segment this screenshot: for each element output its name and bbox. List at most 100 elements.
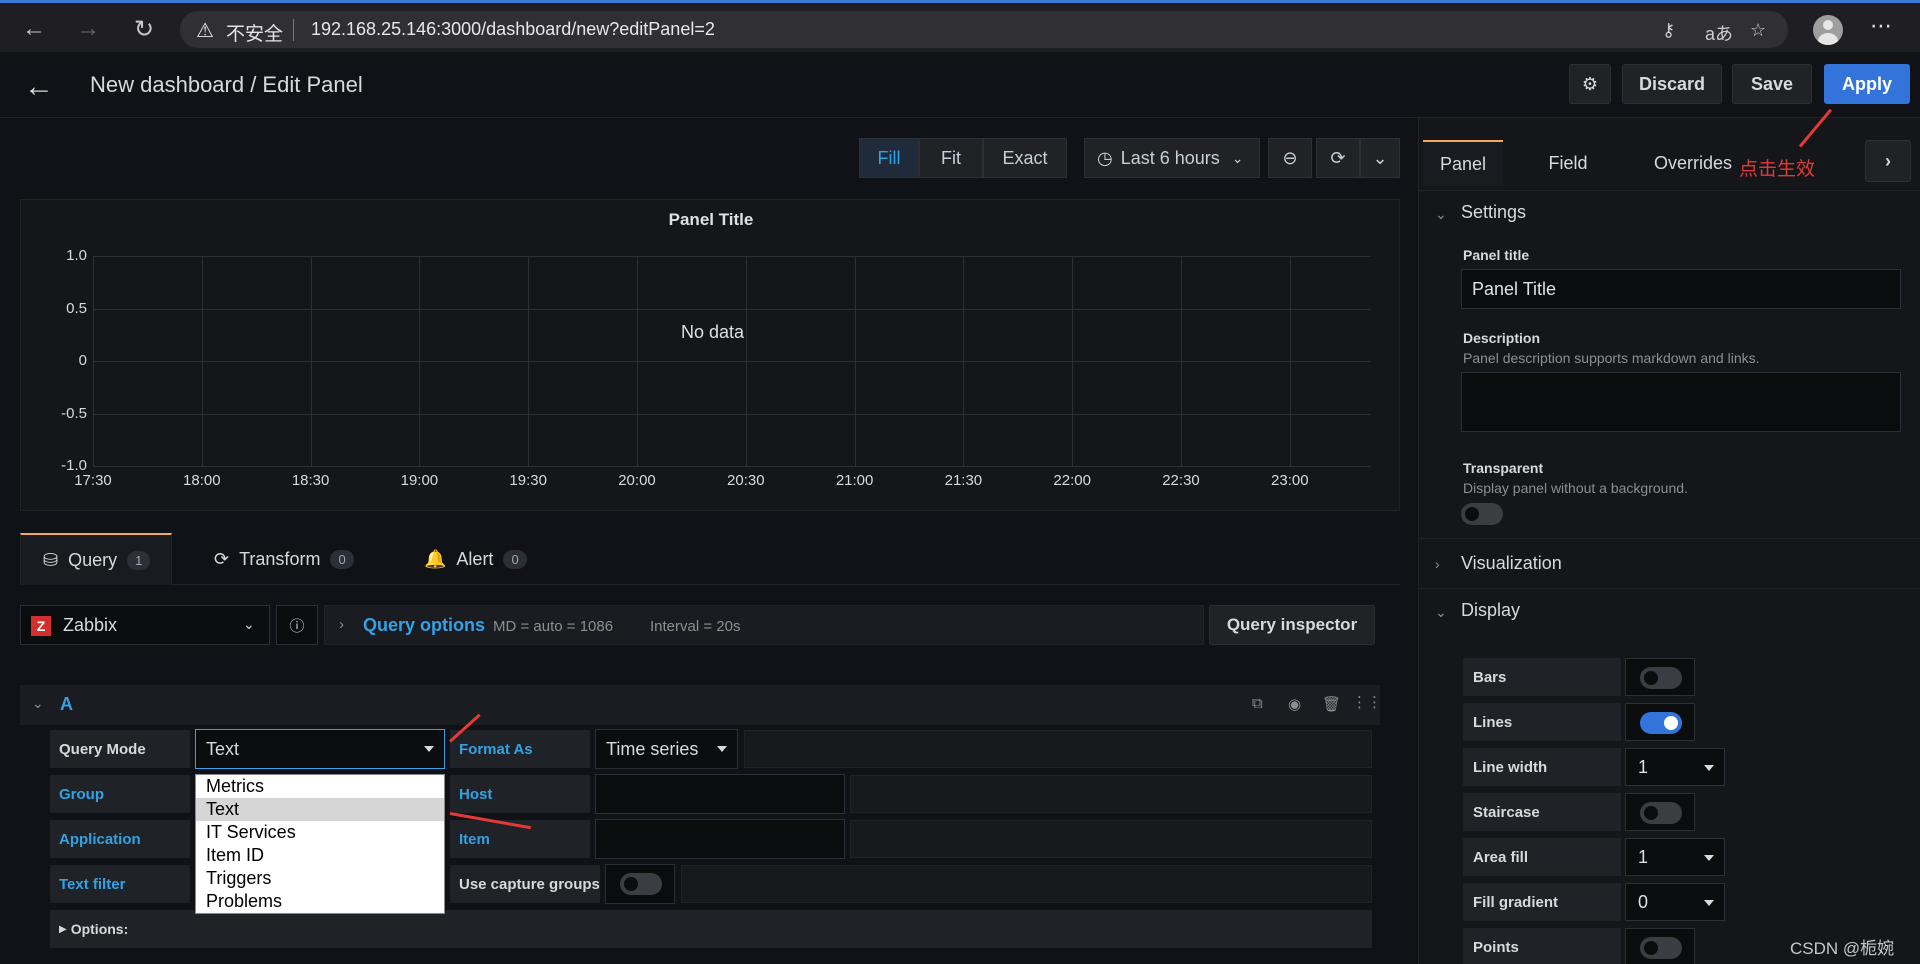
tab-panel[interactable]: Panel (1423, 140, 1503, 186)
url-text[interactable]: 192.168.25.146:3000/dashboard/new?editPa… (311, 19, 715, 40)
panel-title-input[interactable]: Panel Title (1461, 269, 1901, 309)
chevron-down-icon: ⌄ (1231, 149, 1244, 166)
lines-toggle-box[interactable] (1625, 703, 1695, 741)
datasource-picker[interactable]: Z Zabbix ⌄ (20, 605, 270, 645)
y-tick-label: 0 (78, 352, 87, 369)
save-button[interactable]: Save (1732, 64, 1812, 104)
url-separator (293, 19, 294, 41)
divider (1419, 190, 1920, 191)
profile-avatar[interactable] (1813, 15, 1843, 45)
transparent-toggle[interactable] (1461, 503, 1503, 525)
insecure-label: 不安全 (226, 24, 284, 45)
warning-icon: ⚠ (196, 20, 214, 42)
tab-alert[interactable]: 🔔 Alert 0 (424, 533, 544, 585)
line-width-select[interactable]: 1 (1625, 748, 1725, 786)
options-row[interactable]: ▶ Options: (50, 910, 1372, 948)
more-menu-icon[interactable]: ⋯ (1870, 13, 1892, 39)
lines-toggle[interactable] (1640, 712, 1682, 734)
staircase-toggle-box[interactable] (1625, 793, 1695, 831)
host-input[interactable] (595, 774, 845, 814)
chevron-right-icon[interactable]: › (1435, 556, 1440, 572)
refresh-icon[interactable]: ↻ (124, 11, 164, 47)
grid-line-horizontal (93, 466, 1371, 467)
time-range-picker[interactable]: ◷ Last 6 hours ⌄ (1084, 138, 1260, 178)
refresh-dashboard-icon[interactable]: ⟳ (1316, 138, 1360, 178)
drag-handle-icon[interactable]: ⋮⋮ (1352, 693, 1382, 711)
query-count-badge: 1 (127, 550, 151, 570)
option-item-id[interactable]: Item ID (196, 844, 444, 867)
option-text[interactable]: Text (196, 798, 444, 821)
tab-transform[interactable]: ⟳ Transform 0 (214, 533, 374, 585)
favorite-icon[interactable]: ☆ (1750, 20, 1766, 41)
bars-toggle-box[interactable] (1625, 658, 1695, 696)
area-fill-label: Area fill (1463, 838, 1621, 876)
display-section-title[interactable]: Display (1461, 600, 1520, 621)
query-mode-dropdown[interactable]: Metrics Text IT Services Item ID Trigger… (195, 774, 445, 914)
fill-button[interactable]: Fill (859, 138, 919, 178)
caret-right-icon: ▶ (59, 923, 67, 935)
address-bar[interactable]: ⚠ 不安全 192.168.25.146:3000/dashboard/new?… (180, 11, 1788, 48)
browser-toolbar: ← → ↻ ⚠ 不安全 192.168.25.146:3000/dashboar… (0, 0, 1920, 52)
collapse-chevron-icon[interactable]: ⌄ (32, 695, 44, 712)
tab-overrides[interactable]: Overrides (1633, 140, 1753, 186)
eye-icon[interactable]: ◉ (1288, 695, 1301, 713)
description-textarea[interactable] (1461, 372, 1901, 432)
x-tick-label: 18:30 (291, 472, 330, 489)
description-label: Description (1463, 330, 1541, 346)
refresh-interval-chevron-icon[interactable]: ⌄ (1360, 138, 1400, 178)
chevron-right-icon[interactable]: › (1865, 140, 1911, 182)
option-metrics[interactable]: Metrics (196, 775, 444, 798)
panel-title-label: Panel title (1463, 247, 1530, 263)
application-label: Application (50, 820, 190, 858)
watermark: CSDN @栀婉 (1790, 939, 1895, 958)
grid-line-vertical (1072, 256, 1074, 466)
area-fill-select[interactable]: 1 (1625, 838, 1725, 876)
zoom-out-icon[interactable]: ⊖ (1268, 138, 1312, 178)
back-arrow-icon[interactable]: ← (24, 70, 54, 104)
option-triggers[interactable]: Triggers (196, 867, 444, 890)
points-toggle[interactable] (1640, 937, 1682, 959)
grid-line-vertical (854, 256, 856, 466)
duplicate-icon[interactable]: ⧉ (1252, 695, 1263, 712)
grid-line-vertical (1289, 256, 1291, 466)
chevron-down-icon[interactable]: ⌄ (1435, 604, 1447, 621)
staircase-toggle[interactable] (1640, 802, 1682, 824)
query-options[interactable]: › Query options MD = auto = 1086 Interva… (324, 605, 1204, 645)
help-icon[interactable]: ⓘ (276, 605, 318, 645)
gear-icon[interactable]: ⚙ (1569, 64, 1611, 104)
translate-icon[interactable]: aあ (1705, 20, 1733, 46)
query-inspector-button[interactable]: Query inspector (1209, 605, 1375, 645)
annotation-note: 点击生效 (1739, 159, 1816, 180)
option-it-services[interactable]: IT Services (196, 821, 444, 844)
option-problems[interactable]: Problems (196, 890, 444, 913)
x-tick-label: 21:00 (835, 472, 874, 489)
row-filler (744, 730, 1372, 768)
key-icon[interactable]: ⚷ (1662, 20, 1675, 41)
apply-button[interactable]: Apply (1824, 64, 1910, 104)
trash-icon[interactable]: 🗑 (1322, 695, 1341, 713)
back-icon[interactable]: ← (14, 11, 54, 47)
tab-field[interactable]: Field (1523, 140, 1613, 186)
caret-down-icon (1704, 900, 1714, 906)
host-label: Host (450, 775, 590, 813)
bars-label: Bars (1463, 658, 1621, 696)
query-row-header[interactable]: ⌄ A ⧉ ◉ 🗑 ⋮⋮ (20, 685, 1382, 725)
fill-gradient-select[interactable]: 0 (1625, 883, 1725, 921)
capture-groups-toggle-box[interactable] (605, 864, 675, 904)
exact-button[interactable]: Exact (983, 138, 1067, 178)
discard-button[interactable]: Discard (1622, 64, 1722, 104)
query-mode-select[interactable]: Text (195, 729, 445, 769)
item-input[interactable] (595, 819, 845, 859)
settings-section-title[interactable]: Settings (1461, 202, 1526, 223)
points-toggle-box[interactable] (1625, 928, 1695, 964)
options-label: Options: (70, 921, 129, 937)
fit-button[interactable]: Fit (919, 138, 983, 178)
forward-icon[interactable]: → (68, 11, 108, 47)
bars-toggle[interactable] (1640, 667, 1682, 689)
tab-query[interactable]: ⛁ Query 1 (20, 533, 172, 585)
clock-icon: ◷ (1097, 147, 1113, 168)
chevron-down-icon[interactable]: ⌄ (1435, 206, 1447, 223)
visualization-section-title[interactable]: Visualization (1461, 553, 1562, 574)
format-as-select[interactable]: Time series (595, 729, 738, 769)
capture-groups-toggle[interactable] (620, 873, 662, 895)
